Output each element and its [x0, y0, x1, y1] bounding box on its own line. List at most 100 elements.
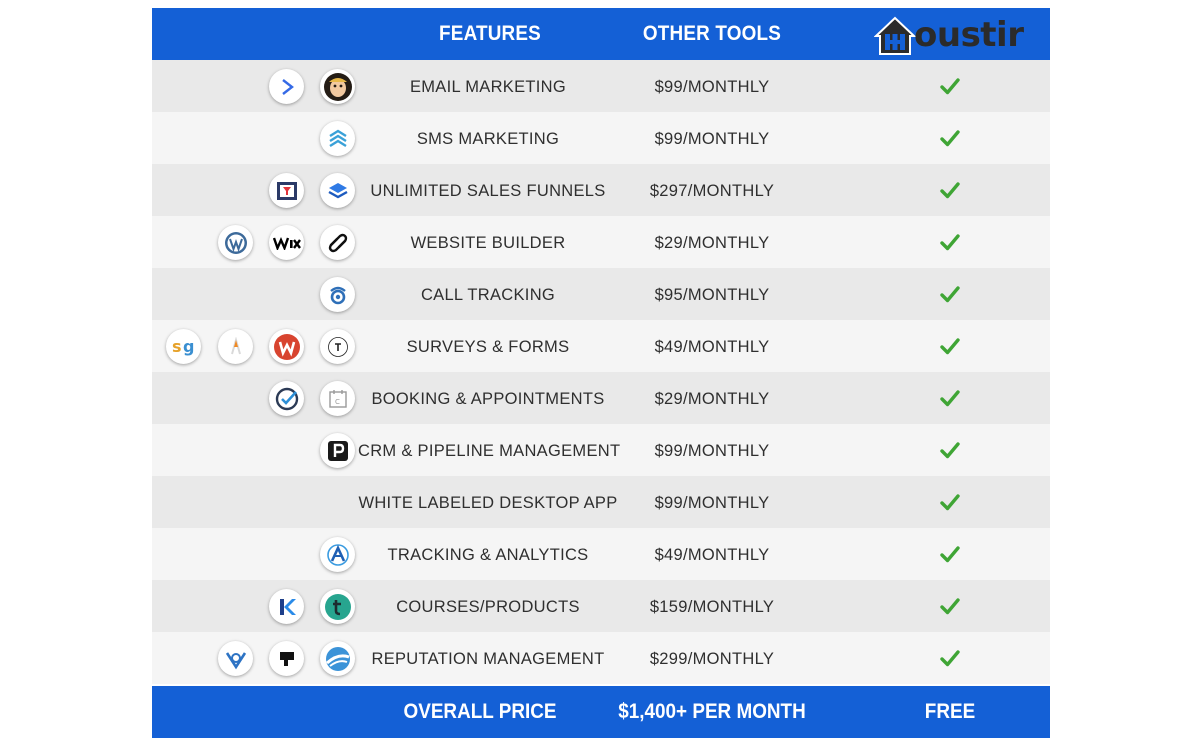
layers-chevron-icon	[320, 121, 355, 156]
feature-name: BOOKING & APPOINTMENTS	[371, 390, 605, 408]
tool-icons	[152, 164, 358, 216]
table-row: UNLIMITED SALES FUNNELS $297/MONTHLY	[152, 164, 1050, 216]
included-check	[852, 164, 1048, 216]
svg-text:s: s	[172, 337, 182, 356]
table-row: REPUTATION MANAGEMENT $299/MONTHLY	[152, 632, 1050, 684]
other-tools-price: $49/MONTHLY	[654, 546, 770, 564]
tool-icons	[152, 112, 358, 164]
checkmark-icon	[940, 494, 960, 511]
brand-wordmark: oustir	[914, 15, 1024, 55]
teachable-icon	[320, 589, 355, 624]
included-check	[852, 268, 1048, 320]
table-row: SMS MARKETING $99/MONTHLY	[152, 112, 1050, 164]
other-tools-total: $1,400+ PER MONTH	[618, 700, 806, 723]
tool-icons	[152, 528, 358, 580]
included-check	[852, 632, 1048, 684]
included-check	[852, 372, 1048, 424]
other-tools-price: $95/MONTHLY	[654, 286, 770, 304]
other-tools-price: $99/MONTHLY	[654, 78, 770, 96]
table-row: sg SURVEYS & FORMS $49/MONTHLY	[152, 320, 1050, 372]
feature-name: CALL TRACKING	[420, 286, 556, 304]
analytics-icon	[320, 537, 355, 572]
table-row: COURSES/PRODUCTS $159/MONTHLY	[152, 580, 1050, 632]
pencil-icon	[218, 329, 253, 364]
surveygizmo-icon: sg	[166, 329, 201, 364]
other-tools-price: $297/MONTHLY	[649, 182, 775, 200]
wufoo-icon	[269, 329, 304, 364]
wix-icon	[269, 225, 304, 260]
checkmark-icon	[940, 546, 960, 563]
leadpages-icon	[320, 173, 355, 208]
other-tools-price: $99/MONTHLY	[654, 442, 770, 460]
checkmark-icon	[940, 130, 960, 147]
included-check	[852, 580, 1048, 632]
tool-icons	[152, 580, 358, 632]
included-check	[852, 528, 1048, 580]
tool-icons: sg	[152, 320, 358, 372]
tool-icons	[152, 268, 358, 320]
houstir-logo: oustir	[874, 14, 1028, 56]
podium-icon	[269, 641, 304, 676]
calendar-icon: C	[320, 381, 355, 416]
other-tools-price: $99/MONTHLY	[654, 130, 770, 148]
included-check	[852, 424, 1048, 476]
callrail-icon	[320, 277, 355, 312]
checkmark-icon	[940, 442, 960, 459]
checkmark-icon	[940, 182, 960, 199]
birdeye-icon	[218, 641, 253, 676]
overall-price-label: OVERALL PRICE	[403, 700, 557, 723]
clickfunnels-icon	[269, 173, 304, 208]
svg-text:g: g	[183, 337, 194, 356]
checkmark-icon	[940, 650, 960, 667]
kajabi-icon	[269, 589, 304, 624]
tool-icons	[152, 60, 358, 112]
other-tools-price: $29/MONTHLY	[654, 390, 770, 408]
feature-name: REPUTATION MANAGEMENT	[371, 650, 605, 668]
pipedrive-icon	[320, 433, 355, 468]
tool-icons: C	[152, 372, 358, 424]
wordpress-icon	[218, 225, 253, 260]
other-tools-column-header: OTHER TOOLS	[642, 22, 782, 45]
table-footer: OVERALL PRICE $1,400+ PER MONTH FREE	[152, 686, 1050, 738]
checkmark-icon	[940, 390, 960, 407]
features-column-header: FEATURES	[439, 22, 541, 45]
house-icon	[874, 16, 916, 55]
included-check	[852, 112, 1048, 164]
included-check	[852, 320, 1048, 372]
typeform-icon	[320, 329, 355, 364]
activecampaign-icon	[269, 69, 304, 104]
tool-icons	[152, 424, 358, 476]
table-row: C BOOKING & APPOINTMENTS $29/MONTHLY	[152, 372, 1050, 424]
feature-name: SMS MARKETING	[416, 130, 560, 148]
included-check	[852, 60, 1048, 112]
other-tools-price: $29/MONTHLY	[654, 234, 770, 252]
checkmark-icon	[940, 598, 960, 615]
tool-icons	[152, 216, 358, 268]
houstir-total: FREE	[924, 700, 976, 723]
mailchimp-icon	[320, 69, 355, 104]
svg-text:C: C	[335, 398, 340, 406]
table-header: FEATURES OTHER TOOLS oustir	[152, 8, 1050, 60]
feature-name: WHITE LABELED DESKTOP APP	[358, 494, 618, 512]
feature-rows: EMAIL MARKETING $99/MONTHLY SMS MARKETIN…	[152, 60, 1050, 684]
table-row: WHITE LABELED DESKTOP APP $99/MONTHLY	[152, 476, 1050, 528]
swell-icon	[320, 641, 355, 676]
checkmark-icon	[940, 234, 960, 251]
feature-name: EMAIL MARKETING	[409, 78, 567, 96]
tool-icons	[152, 632, 358, 684]
other-tools-price: $49/MONTHLY	[654, 338, 770, 356]
feature-name: COURSES/PRODUCTS	[396, 598, 580, 616]
table-row: TRACKING & ANALYTICS $49/MONTHLY	[152, 528, 1050, 580]
included-check	[852, 216, 1048, 268]
check-circle-icon	[269, 381, 304, 416]
table-row: EMAIL MARKETING $99/MONTHLY	[152, 60, 1050, 112]
squarespace-icon	[320, 225, 355, 260]
pricing-comparison-table: FEATURES OTHER TOOLS oustir EMAIL MARKET…	[152, 8, 1050, 738]
table-row: CRM & PIPELINE MANAGEMENT $99/MONTHLY	[152, 424, 1050, 476]
feature-name: TRACKING & ANALYTICS	[387, 546, 589, 564]
checkmark-icon	[940, 338, 960, 355]
other-tools-price: $99/MONTHLY	[654, 494, 770, 512]
other-tools-price: $159/MONTHLY	[649, 598, 775, 616]
table-row: CALL TRACKING $95/MONTHLY	[152, 268, 1050, 320]
feature-name: UNLIMITED SALES FUNNELS	[370, 182, 606, 200]
